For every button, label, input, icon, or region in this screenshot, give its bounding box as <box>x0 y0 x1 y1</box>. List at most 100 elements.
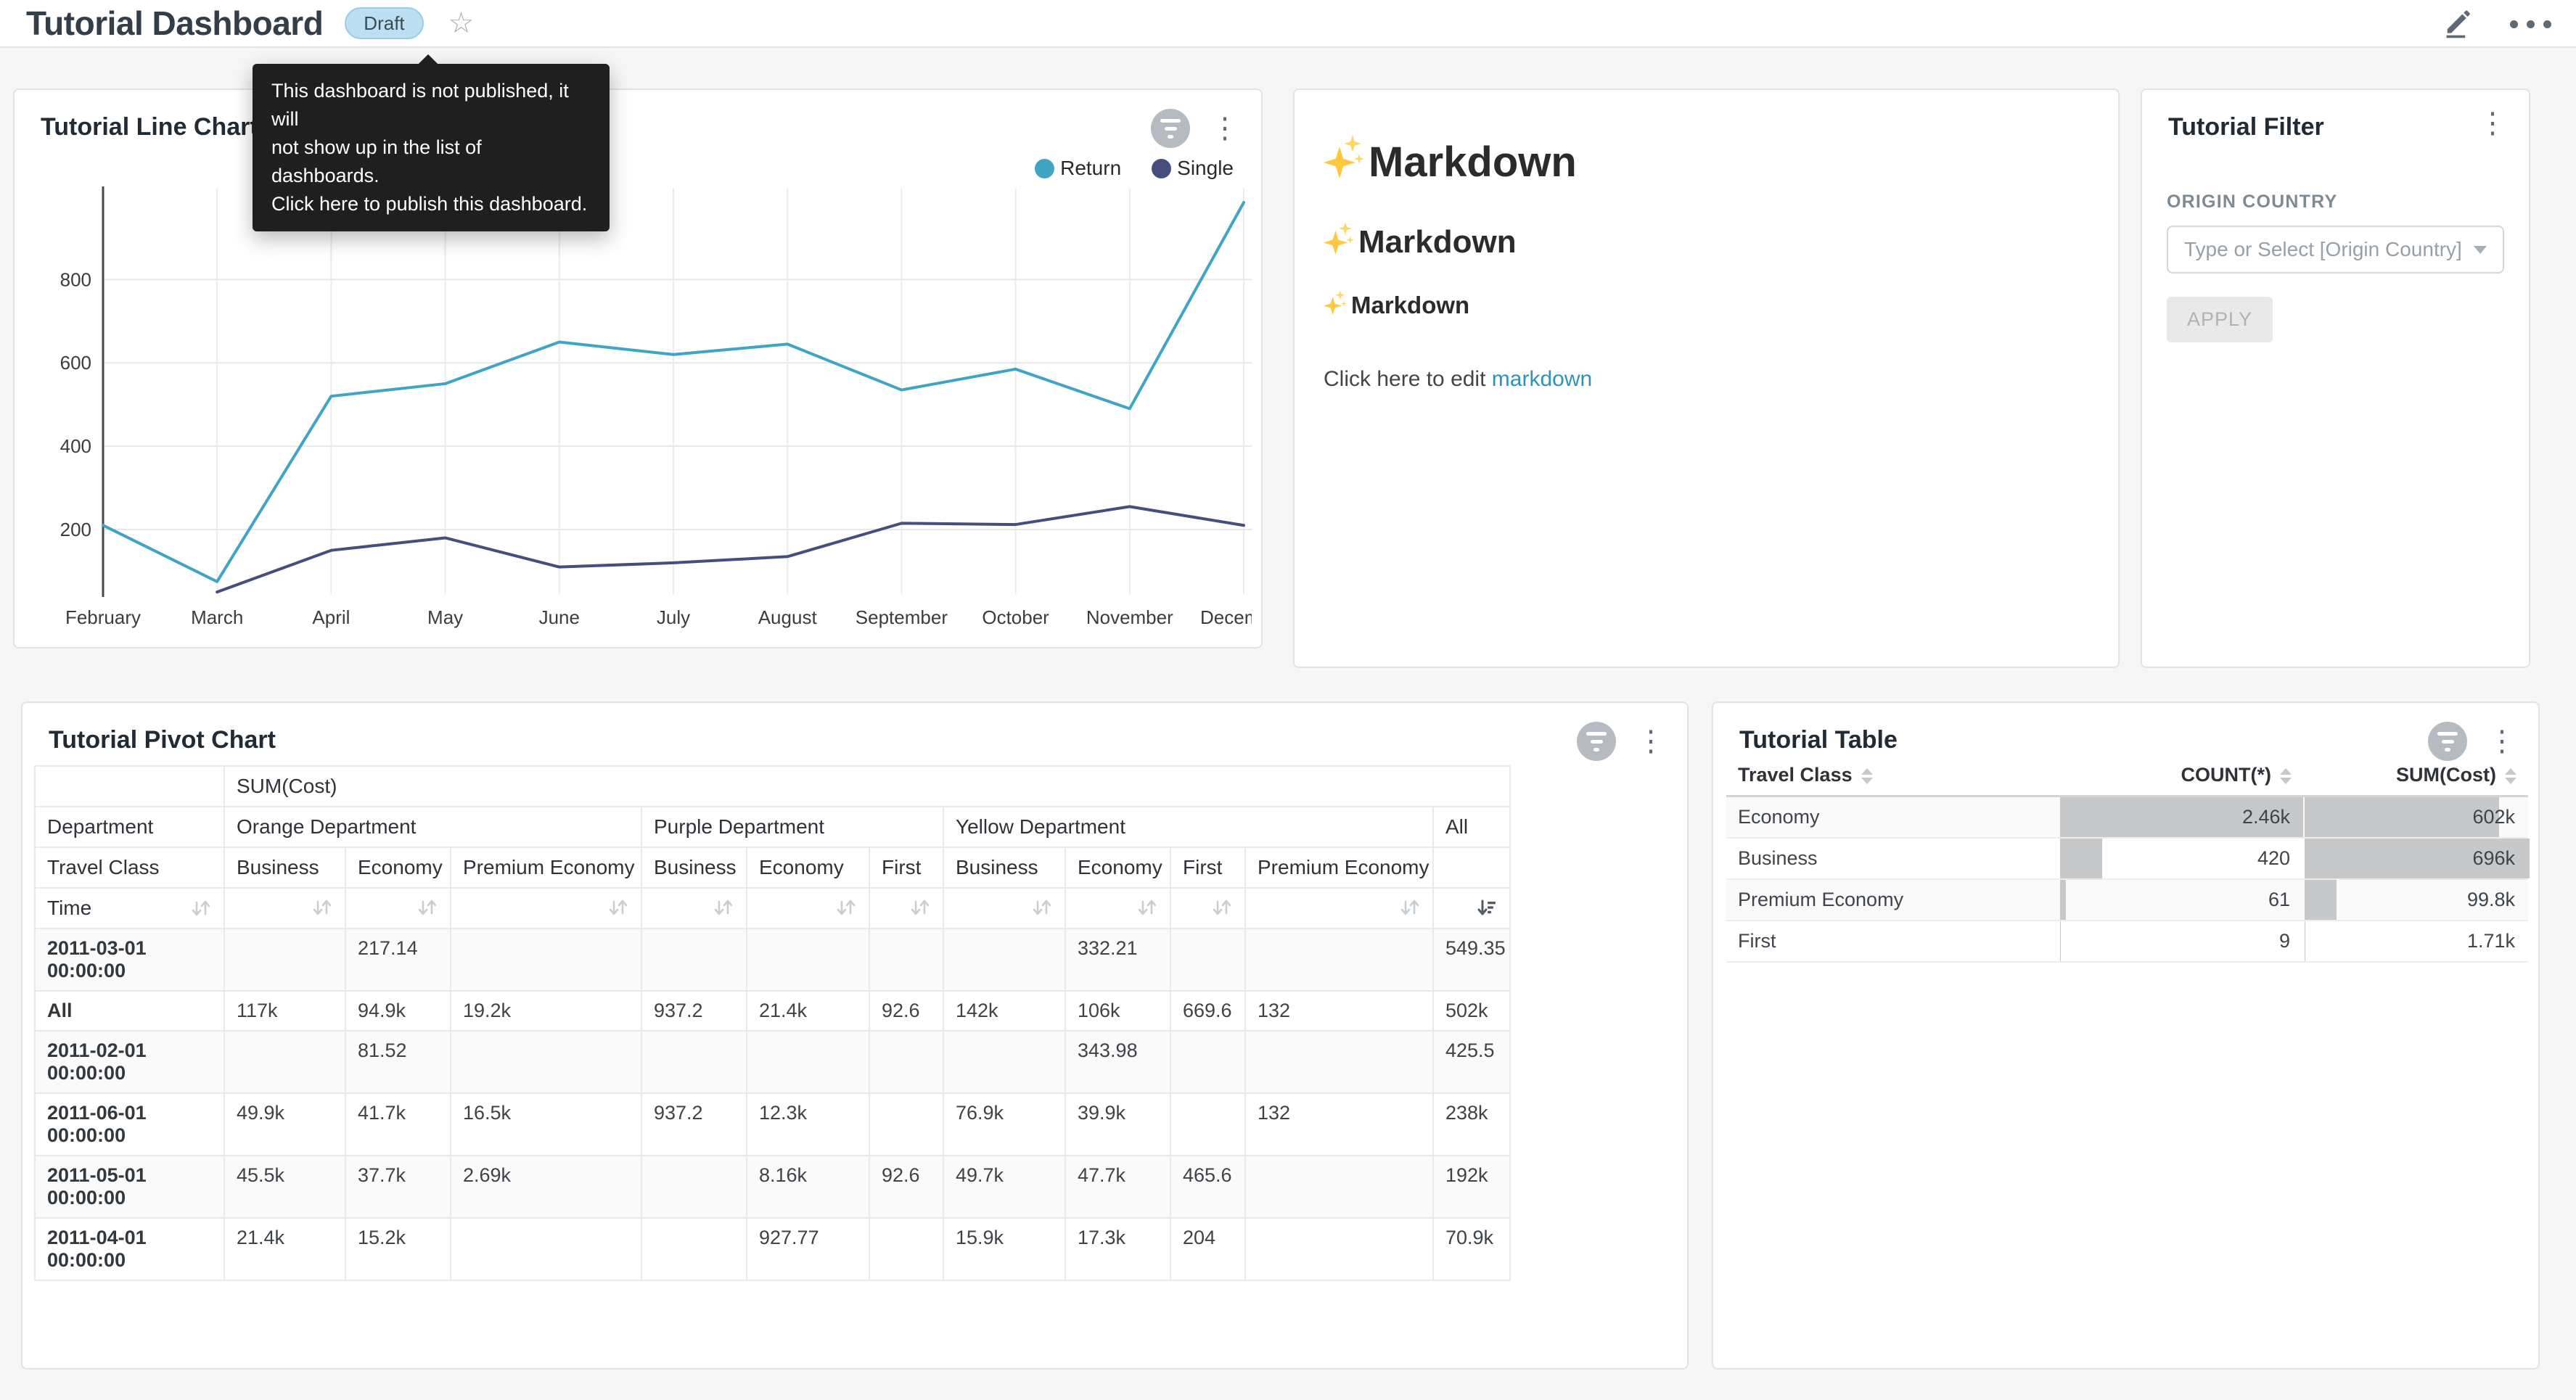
pivot-table: SUM(Cost)DepartmentOrange DepartmentPurp… <box>34 765 1511 1281</box>
col-header-count[interactable]: COUNT(*) <box>2059 755 2303 796</box>
pivot-class-header: Business <box>943 847 1065 888</box>
publish-tooltip[interactable]: This dashboard is not published, it will… <box>253 64 610 231</box>
travel-class-cell: Premium Economy <box>1726 879 2059 921</box>
pivot-class-header: Economy <box>1065 847 1170 888</box>
pivot-cell: 343.98 <box>1065 1031 1170 1093</box>
pivot-cell: 94.9k <box>345 991 451 1031</box>
legend-item-single[interactable]: Single <box>1152 157 1234 180</box>
pivot-corner-cell <box>35 766 224 807</box>
legend-dot <box>1035 159 1054 178</box>
sort-icon[interactable] <box>1170 888 1245 928</box>
sort-icon[interactable] <box>641 888 747 928</box>
markdown-edit-link[interactable]: markdown <box>1492 367 1592 391</box>
table-row: Premium Economy 61 99.8k <box>1726 879 2528 921</box>
markdown-h1-text: Markdown <box>1369 138 1577 186</box>
page-title: Tutorial Dashboard <box>26 4 323 43</box>
apply-button[interactable]: APPLY <box>2167 297 2273 342</box>
sparkles-icon <box>1324 222 1354 263</box>
legend-item-return[interactable]: Return <box>1035 157 1121 180</box>
sum-cell: 602k <box>2303 796 2528 839</box>
pivot-cell <box>1245 1156 1433 1218</box>
pivot-cell: 21.4k <box>747 991 869 1031</box>
travel-class-cell: First <box>1726 921 2059 962</box>
col-header-sum[interactable]: SUM(Cost) <box>2303 755 2528 796</box>
pivot-cell: 37.7k <box>345 1156 451 1218</box>
svg-text:November: November <box>1086 606 1173 628</box>
tooltip-line: not show up in the list of dashboards. <box>271 133 591 190</box>
sparkles-icon <box>1324 290 1347 321</box>
pivot-cell: 49.7k <box>943 1156 1065 1218</box>
pivot-row-label: 2011-03-01 00:00:00 <box>35 928 224 991</box>
legend-label: Return <box>1060 157 1121 180</box>
markdown-paragraph: Click here to edit markdown <box>1324 367 2089 392</box>
tooltip-arrow <box>418 54 438 75</box>
pivot-cell: 106k <box>1065 991 1170 1031</box>
star-icon[interactable]: ☆ <box>448 9 475 38</box>
sort-icon[interactable] <box>451 888 641 928</box>
pivot-group-header: Yellow Department <box>943 807 1433 847</box>
svg-text:October: October <box>982 606 1049 628</box>
kebab-icon[interactable]: ⋮ <box>2478 109 2507 138</box>
sort-icon[interactable] <box>869 888 943 928</box>
data-table: Travel Class COUNT(*) SUM(Cost) Economy … <box>1726 755 2528 963</box>
pivot-cell: 425.5 <box>1433 1031 1510 1093</box>
pivot-cell: 45.5k <box>224 1156 345 1218</box>
pivot-group-header: Purple Department <box>641 807 943 847</box>
ellipsis-icon[interactable] <box>2510 20 2551 28</box>
kebab-icon[interactable]: ⋮ <box>2487 727 2516 756</box>
origin-country-select[interactable]: Type or Select [Origin Country] <box>2167 226 2504 273</box>
sort-icon[interactable] <box>1245 888 1433 928</box>
pivot-cell <box>943 1031 1065 1093</box>
filter-card: Tutorial Filter ⋮ ORIGIN COUNTRY Type or… <box>2141 88 2530 668</box>
markdown-h1: Markdown <box>1324 135 2089 189</box>
sort-icon <box>2280 768 2292 784</box>
pivot-cell <box>641 928 747 991</box>
pivot-group-header: Orange Department <box>224 807 641 847</box>
pivot-cell <box>869 1218 943 1280</box>
pivot-sort-time[interactable]: Time <box>35 888 224 928</box>
pivot-cell: 669.6 <box>1170 991 1245 1031</box>
sort-icon[interactable] <box>747 888 869 928</box>
svg-text:May: May <box>427 606 463 628</box>
kebab-icon[interactable]: ⋮ <box>1210 114 1239 143</box>
pivot-cell: 49.9k <box>224 1093 345 1156</box>
filter-circle-icon[interactable] <box>2428 722 2467 761</box>
pivot-cell <box>747 1031 869 1093</box>
pivot-class-header: Business <box>641 847 747 888</box>
pivot-data-row: 2011-03-01 00:00:00217.14332.21549.35 <box>35 928 1510 991</box>
table-card-title: Tutorial Table <box>1739 726 1898 754</box>
data-table-header-row: Travel Class COUNT(*) SUM(Cost) <box>1726 755 2528 796</box>
kebab-icon[interactable]: ⋮ <box>1636 727 1665 756</box>
pivot-class-header <box>1433 847 1510 888</box>
draft-badge[interactable]: Draft <box>345 7 423 39</box>
pivot-cell: 8.16k <box>747 1156 869 1218</box>
pivot-cell: 70.9k <box>1433 1218 1510 1280</box>
edit-icon[interactable] <box>2442 6 2475 43</box>
sort-icon[interactable] <box>224 888 345 928</box>
sort-icon <box>2505 768 2516 784</box>
filter-circle-icon[interactable] <box>1577 722 1616 761</box>
tooltip-line: Click here to publish this dashboard. <box>271 190 591 218</box>
sort-icon[interactable] <box>1065 888 1170 928</box>
sort-desc-icon[interactable] <box>1433 888 1510 928</box>
pivot-class-row: Travel ClassBusinessEconomyPremium Econo… <box>35 847 1510 888</box>
filter-circle-icon[interactable] <box>1151 109 1190 148</box>
count-cell: 9 <box>2059 921 2303 962</box>
svg-text:September: September <box>856 606 948 628</box>
sort-icon[interactable] <box>345 888 451 928</box>
pivot-cell: 142k <box>943 991 1065 1031</box>
markdown-h2: Markdown <box>1324 222 2089 263</box>
svg-text:600: 600 <box>60 352 91 374</box>
pivot-cell <box>224 928 345 991</box>
pivot-metric-row: SUM(Cost) <box>35 766 1510 807</box>
travel-class-cell: Economy <box>1726 796 2059 839</box>
table-row: First 9 1.71k <box>1726 921 2528 962</box>
pivot-cell <box>451 1031 641 1093</box>
pivot-cell: 39.9k <box>1065 1093 1170 1156</box>
sort-icon[interactable] <box>943 888 1065 928</box>
pivot-cell: 92.6 <box>869 991 943 1031</box>
pivot-cell: 937.2 <box>641 1093 747 1156</box>
table-row: Economy 2.46k 602k <box>1726 796 2528 839</box>
col-header-travel-class[interactable]: Travel Class <box>1726 755 2059 796</box>
pivot-chart-card: Tutorial Pivot Chart ⋮ SUM(Cost)Departme… <box>21 701 1689 1370</box>
